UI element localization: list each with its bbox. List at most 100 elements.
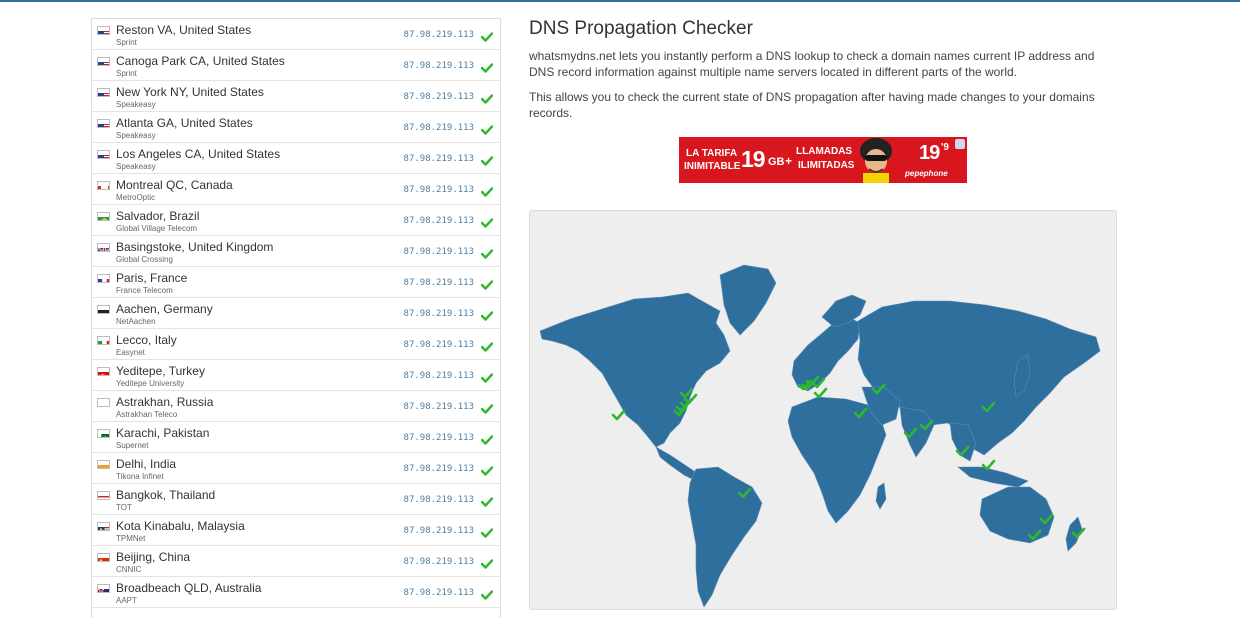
flag-tr-icon [97, 367, 110, 376]
server-location: Yeditepe, Turkey [116, 364, 205, 378]
server-provider: Speakeasy [116, 100, 156, 109]
server-provider: Sprint [116, 69, 137, 78]
check-icon [481, 339, 493, 349]
ad-text-1: LA TARIFA [686, 149, 737, 159]
ad-info-icon[interactable] [955, 139, 965, 149]
server-provider: Global Village Telecom [116, 224, 197, 233]
server-row: Bangkok, ThailandTOT 87.98.219.113 [92, 484, 500, 515]
server-row: Salvador, BrazilGlobal Village Telecom87… [92, 205, 500, 236]
check-icon [481, 215, 493, 225]
server-location: Lecco, Italy [116, 333, 177, 347]
check-icon [481, 153, 493, 163]
landmass-asia [858, 301, 1100, 455]
server-row: Los Angeles CA, United StatesSpeakeasy 87… [92, 143, 500, 174]
ad-banner[interactable]: LA TARIFA INIMITABLE 19 GB + LLAMADAS IL… [679, 137, 967, 183]
resolved-ip: 87.98.219.113 [404, 185, 474, 195]
ad-price: 19 [919, 143, 939, 163]
intro-paragraph: whatsmydns.net lets you instantly perfor… [529, 48, 1119, 80]
server-location: Montreal QC, Canada [116, 178, 233, 192]
flag-us-icon [97, 26, 110, 35]
flag-fr-icon [97, 274, 110, 283]
map-check-icon [613, 411, 624, 419]
resolved-ip: 87.98.219.113 [404, 123, 474, 133]
resolved-ip: 87.98.219.113 [404, 154, 474, 164]
check-icon [481, 308, 493, 318]
resolved-ip: 87.98.219.113 [404, 340, 474, 350]
check-icon [481, 29, 493, 39]
flag-cn-icon [97, 553, 110, 562]
ad-plus: + [785, 155, 792, 167]
server-row: Delhi, IndiaTikona Infinet87.98.219.113 [92, 453, 500, 484]
server-location: Karachi, Pakistan [116, 426, 209, 440]
server-provider: TOT [116, 503, 132, 512]
server-location: Beijing, China [116, 550, 190, 564]
server-location: Kota Kinabalu, Malaysia [116, 519, 245, 533]
server-location: Astrakhan, Russia [116, 395, 213, 409]
server-row: Yeditepe, TurkeyYeditepe University87.98… [92, 360, 500, 391]
resolved-ip: 87.98.219.113 [404, 61, 474, 71]
flag-it-icon [97, 336, 110, 345]
flag-us-icon [97, 119, 110, 128]
ad-brand-logo: pepephone [905, 170, 948, 178]
server-location: Reston VA, United States [116, 23, 251, 37]
ad-mascot-image [851, 137, 901, 183]
check-icon [481, 587, 493, 597]
ad-gb-amount: 19 [741, 148, 765, 171]
server-provider: TPMNet [116, 534, 145, 543]
resolved-ip: 87.98.219.113 [404, 371, 474, 381]
server-row: Reston VA, United StatesSprint 87.98.219.… [92, 19, 500, 50]
landmass-europe [792, 317, 860, 391]
ad-price-decimal: '9 [941, 143, 949, 153]
server-provider: Speakeasy [116, 162, 156, 171]
server-location: Paris, France [116, 271, 187, 285]
resolved-ip: 87.98.219.113 [404, 495, 474, 505]
flag-us-icon [97, 150, 110, 159]
world-map [529, 210, 1117, 610]
server-location: Broadbeach QLD, Australia [116, 581, 261, 595]
server-location: Canoga Park CA, United States [116, 54, 285, 68]
server-location: Aachen, Germany [116, 302, 213, 316]
flag-de-icon [97, 305, 110, 314]
check-icon [481, 184, 493, 194]
server-result-list: Reston VA, United StatesSprint87.98.219.… [91, 18, 501, 618]
check-icon [481, 91, 493, 101]
landmass-indonesia [958, 467, 1028, 487]
server-location: Los Angeles CA, United States [116, 147, 280, 161]
resolved-ip: 87.98.219.113 [404, 588, 474, 598]
server-row: Karachi, PakistanSupernet87.98.219.113 [92, 422, 500, 453]
server-row: Paris, FranceFrance Telecom 87.98.219.113 [92, 267, 500, 298]
flag-in-icon [97, 460, 110, 469]
server-location: Bangkok, Thailand [116, 488, 215, 502]
ad-text-3: LLAMADAS [796, 147, 852, 157]
server-row: New York NY, United StatesSpeakeasy87.98… [92, 81, 500, 112]
flag-us-icon [97, 57, 110, 66]
server-provider: Global Crossing [116, 255, 173, 264]
flag-au-icon [97, 584, 110, 593]
resolved-ip: 87.98.219.113 [404, 464, 474, 474]
resolved-ip: 87.98.219.113 [404, 278, 474, 288]
server-provider: France Telecom [116, 286, 173, 295]
server-row: Beijing, ChinaCNNIC 87.98.219.113 [92, 546, 500, 577]
server-location: Atlanta GA, United States [116, 116, 253, 130]
server-provider: Speakeasy [116, 131, 156, 140]
resolved-ip: 87.98.219.113 [404, 309, 474, 319]
server-provider: Supernet [116, 441, 148, 450]
check-icon [481, 122, 493, 132]
server-location: Salvador, Brazil [116, 209, 199, 223]
resolved-ip: 87.98.219.113 [404, 557, 474, 567]
server-location: New York NY, United States [116, 85, 264, 99]
check-icon [481, 370, 493, 380]
check-icon [481, 401, 493, 411]
server-provider: Easynet [116, 348, 145, 357]
flag-br-icon [97, 212, 110, 221]
server-provider: Sprint [116, 38, 137, 47]
check-icon [481, 277, 493, 287]
server-provider: CNNIC [116, 565, 141, 574]
page-title: DNS Propagation Checker [529, 18, 753, 40]
top-accent-bar [0, 0, 1240, 2]
check-icon [481, 463, 493, 473]
server-row: Kota Kinabalu, MalaysiaTPMNet87.98.219.1… [92, 515, 500, 546]
resolved-ip: 87.98.219.113 [404, 30, 474, 40]
server-row: Astrakhan, RussiaAstrakhan Teleco87.98.2… [92, 391, 500, 422]
flag-us-icon [97, 88, 110, 97]
